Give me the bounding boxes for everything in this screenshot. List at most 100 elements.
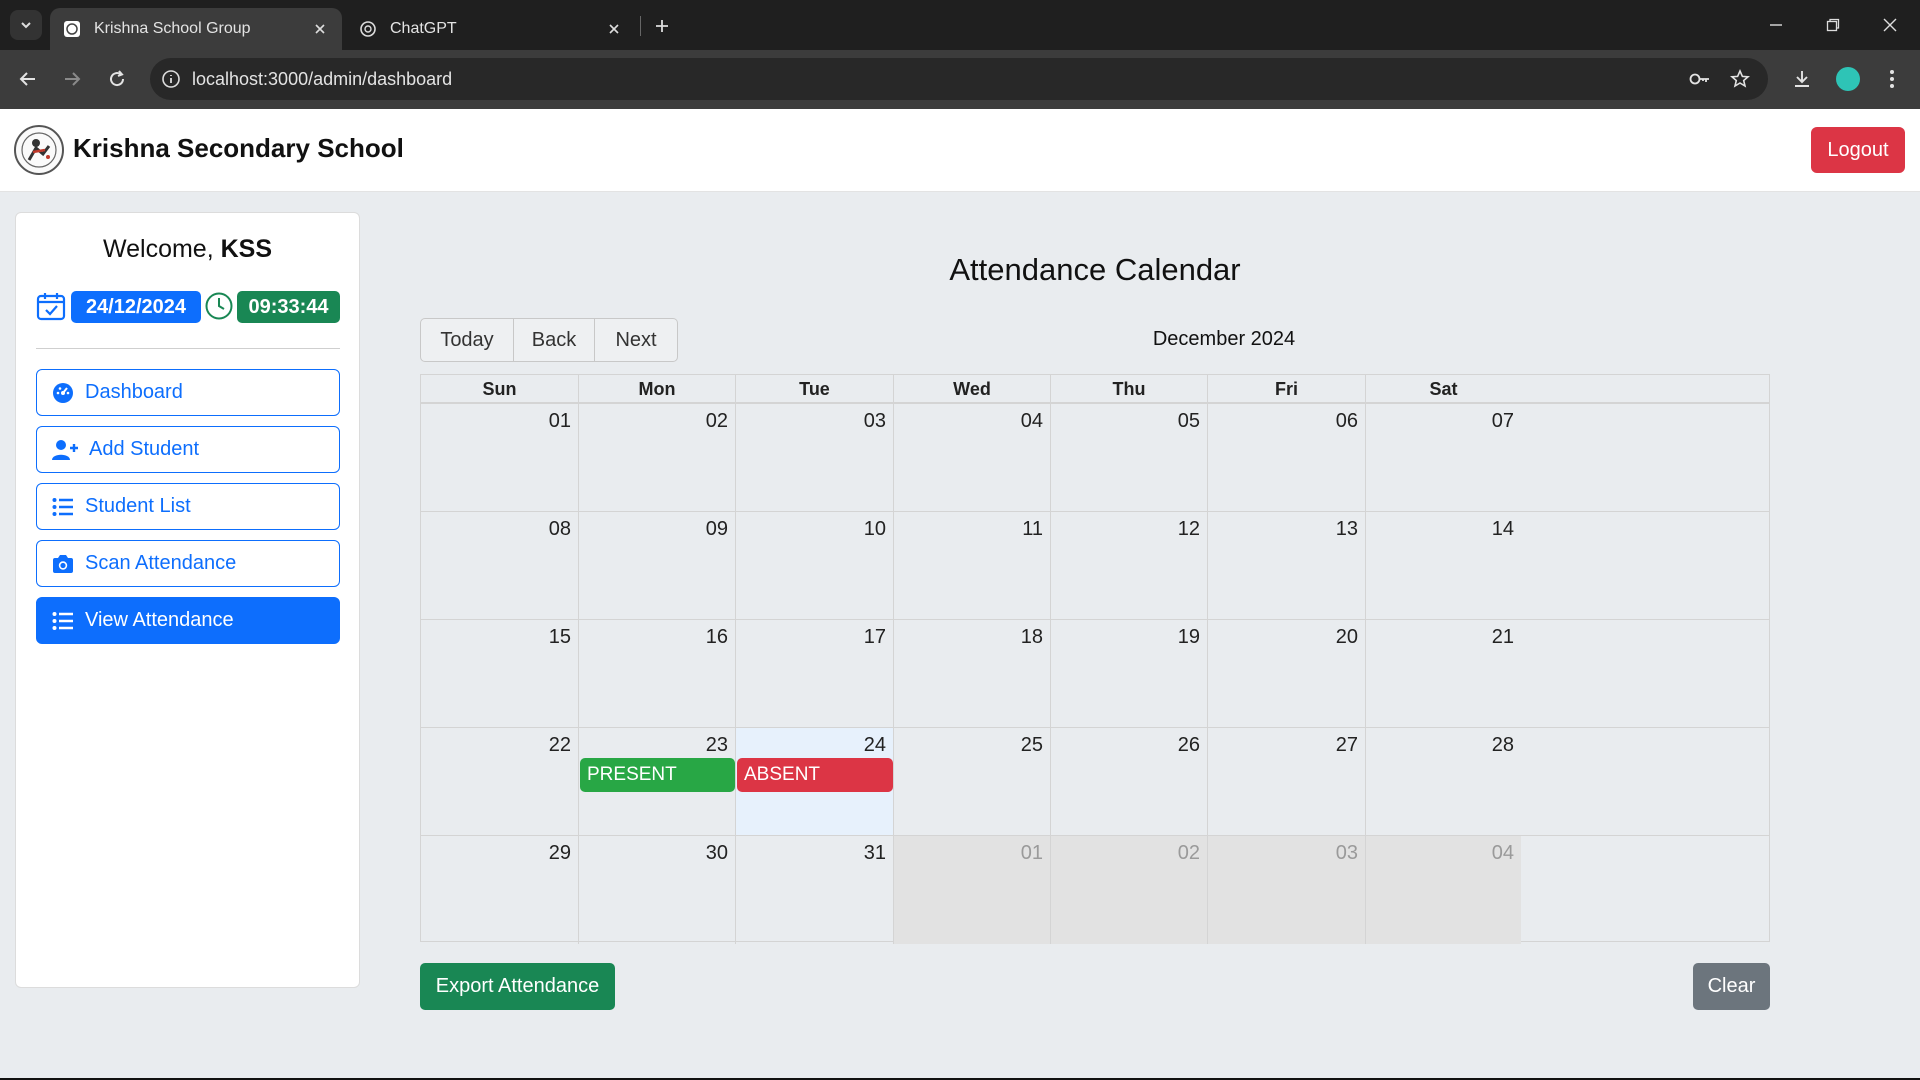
- calendar-day-cell[interactable]: 13: [1207, 512, 1365, 620]
- calendar-week-row: 29 30 31 01 02 03 04: [421, 835, 1769, 944]
- calendar-week-row: 01 02 03 04 05 06 07: [421, 403, 1769, 512]
- back-button[interactable]: Back: [514, 318, 595, 362]
- calendar-day-cell[interactable]: 26: [1050, 728, 1207, 836]
- calendar-day-cell[interactable]: 12: [1050, 512, 1207, 620]
- password-key-button[interactable]: [1682, 58, 1718, 100]
- downloads-button[interactable]: [1786, 63, 1818, 95]
- day-number: 05: [1177, 410, 1200, 432]
- day-number: 31: [863, 842, 886, 864]
- calendar-day-cell[interactable]: 18: [893, 620, 1050, 728]
- day-number: 21: [1491, 626, 1514, 648]
- browser-menu-button[interactable]: [1876, 63, 1908, 95]
- calendar-day-cell[interactable]: 06: [1207, 404, 1365, 512]
- calendar-day-cell[interactable]: 09: [578, 512, 735, 620]
- day-number: 12: [1177, 518, 1200, 540]
- calendar-day-cell[interactable]: 31: [735, 836, 893, 944]
- calendar-week-row: 22 23 PRESENT 24 ABSENT 25 26 27 28: [421, 727, 1769, 836]
- calendar-day-cell[interactable]: 23 PRESENT: [578, 728, 735, 836]
- day-number: 22: [548, 734, 571, 756]
- calendar-day-cell[interactable]: 19: [1050, 620, 1207, 728]
- day-number: 07: [1491, 410, 1514, 432]
- tab-search-button[interactable]: [10, 10, 42, 40]
- calendar-day-cell[interactable]: 24 ABSENT: [735, 728, 893, 836]
- calendar-day-cell[interactable]: 15: [421, 620, 578, 728]
- browser-toolbar: localhost:3000/admin/dashboard: [0, 50, 1920, 109]
- export-attendance-button[interactable]: Export Attendance: [420, 963, 615, 1010]
- dashboard-icon: [51, 381, 75, 405]
- calendar-day-cell[interactable]: 11: [893, 512, 1050, 620]
- calendar-day-cell[interactable]: 01: [421, 404, 578, 512]
- calendar-day-cell[interactable]: 25: [893, 728, 1050, 836]
- calendar-day-cell[interactable]: 05: [1050, 404, 1207, 512]
- day-number: 23: [705, 734, 728, 756]
- today-button[interactable]: Today: [420, 318, 514, 362]
- calendar-day-cell[interactable]: 02: [578, 404, 735, 512]
- calendar-day-cell[interactable]: 21: [1365, 620, 1521, 728]
- month-label: December 2024: [1152, 328, 1296, 350]
- new-tab-button[interactable]: [648, 12, 676, 40]
- close-window-button[interactable]: [1870, 10, 1910, 40]
- day-number: 02: [1177, 842, 1200, 864]
- attendance-event-absent[interactable]: ABSENT: [737, 758, 893, 792]
- reload-button[interactable]: [101, 63, 133, 95]
- back-nav-button[interactable]: [12, 63, 44, 95]
- weekday-label: Thu: [1050, 375, 1207, 403]
- address-bar[interactable]: localhost:3000/admin/dashboard: [150, 58, 1768, 100]
- calendar-day-cell[interactable]: 22: [421, 728, 578, 836]
- sidebar-item-label: Dashboard: [85, 381, 183, 403]
- star-icon: [1730, 69, 1750, 88]
- minimize-button[interactable]: [1756, 10, 1796, 40]
- calendar-day-cell[interactable]: 14: [1365, 512, 1521, 620]
- calendar-day-cell[interactable]: 29: [421, 836, 578, 944]
- day-number: 08: [548, 518, 571, 540]
- calendar-day-cell[interactable]: 08: [421, 512, 578, 620]
- attendance-event-present[interactable]: PRESENT: [580, 758, 735, 792]
- logout-button[interactable]: Logout: [1811, 127, 1905, 173]
- clear-button[interactable]: Clear: [1693, 963, 1770, 1010]
- sidebar-item-view-attendance[interactable]: View Attendance: [36, 597, 340, 644]
- calendar-day-cell[interactable]: 20: [1207, 620, 1365, 728]
- day-number: 30: [705, 842, 728, 864]
- calendar-day-cell[interactable]: 03: [735, 404, 893, 512]
- sidebar-item-label: View Attendance: [85, 609, 234, 631]
- sidebar-item-dashboard[interactable]: Dashboard: [36, 369, 340, 416]
- next-button[interactable]: Next: [595, 318, 678, 362]
- profile-avatar[interactable]: [1836, 67, 1860, 91]
- weekday-label: Sun: [482, 379, 517, 399]
- tab-krishna-school[interactable]: Krishna School Group: [50, 8, 342, 50]
- calendar-day-cell[interactable]: 27: [1207, 728, 1365, 836]
- camera-icon: [51, 552, 75, 576]
- restore-button[interactable]: [1813, 10, 1853, 40]
- bookmark-button[interactable]: [1722, 58, 1758, 100]
- sidebar-item-add-student[interactable]: Add Student: [36, 426, 340, 473]
- calendar-day-cell[interactable]: 17: [735, 620, 893, 728]
- calendar-day-cell[interactable]: 16: [578, 620, 735, 728]
- calendar-day-cell[interactable]: 10: [735, 512, 893, 620]
- calendar-day-cell[interactable]: 02: [1050, 836, 1207, 944]
- list-icon: [51, 495, 75, 519]
- calendar-day-cell[interactable]: 01: [893, 836, 1050, 944]
- welcome-user: KSS: [220, 235, 273, 263]
- site-info-icon[interactable]: [150, 58, 192, 100]
- day-number: 19: [1177, 626, 1200, 648]
- calendar-day-cell[interactable]: 04: [893, 404, 1050, 512]
- forward-nav-button[interactable]: [56, 63, 88, 95]
- day-number: 27: [1335, 734, 1358, 756]
- weekday-header: Sun Mon Tue Wed Thu Fri Sat: [421, 375, 1769, 403]
- sidebar-item-scan-attendance[interactable]: Scan Attendance: [36, 540, 340, 587]
- arrow-left-icon: [19, 72, 35, 86]
- calendar-day-cell[interactable]: 30: [578, 836, 735, 944]
- key-icon: [1689, 73, 1709, 85]
- close-tab-icon[interactable]: [310, 19, 330, 39]
- day-number: 04: [1020, 410, 1043, 432]
- tab-chatgpt[interactable]: ChatGPT: [346, 8, 636, 50]
- calendar-day-cell[interactable]: 04: [1365, 836, 1521, 944]
- school-logo: [14, 125, 64, 175]
- calendar-day-cell[interactable]: 07: [1365, 404, 1521, 512]
- sidebar-item-student-list[interactable]: Student List: [36, 483, 340, 530]
- calendar-week-row: 15 16 17 18 19 20 21: [421, 619, 1769, 728]
- calendar-day-cell[interactable]: 28: [1365, 728, 1521, 836]
- close-tab-icon[interactable]: [604, 19, 624, 39]
- calendar-day-cell[interactable]: 03: [1207, 836, 1365, 944]
- clock-icon: [204, 291, 234, 321]
